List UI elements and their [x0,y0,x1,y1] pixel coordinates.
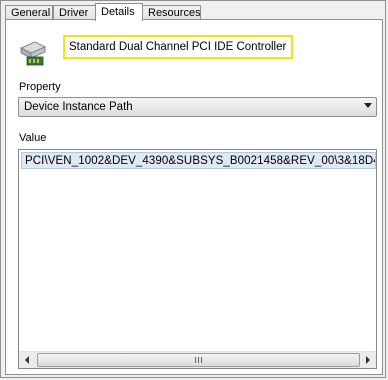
scroll-right-button[interactable] [359,352,376,368]
grip-icon [195,357,202,363]
chevron-down-icon [364,103,372,108]
value-label: Value [19,132,47,144]
properties-dialog: General Driver Details Resources Standar… [0,0,386,378]
tab-details[interactable]: Details [95,3,143,21]
property-selected-value: Device Instance Path [24,101,133,113]
details-panel: Standard Dual Channel PCI IDE Controller… [5,19,383,375]
tab-general[interactable]: General [5,5,53,20]
horizontal-scrollbar[interactable] [19,351,376,368]
property-label: Property [19,81,61,93]
scroll-left-button[interactable] [19,352,36,368]
ide-controller-icon [20,41,46,66]
chevron-left-icon [25,356,29,364]
tab-driver[interactable]: Driver [53,5,96,20]
device-name-label: Standard Dual Channel PCI IDE Controller [63,35,294,59]
chevron-right-icon [366,356,370,364]
tab-resources[interactable]: Resources [142,5,201,20]
list-item[interactable]: PCI\VEN_1002&DEV_4390&SUBSYS_B0021458&RE… [21,152,376,169]
value-listbox[interactable]: PCI\VEN_1002&DEV_4390&SUBSYS_B0021458&RE… [18,149,377,369]
property-dropdown[interactable]: Device Instance Path [18,97,377,117]
scrollbar-thumb[interactable] [37,353,360,367]
